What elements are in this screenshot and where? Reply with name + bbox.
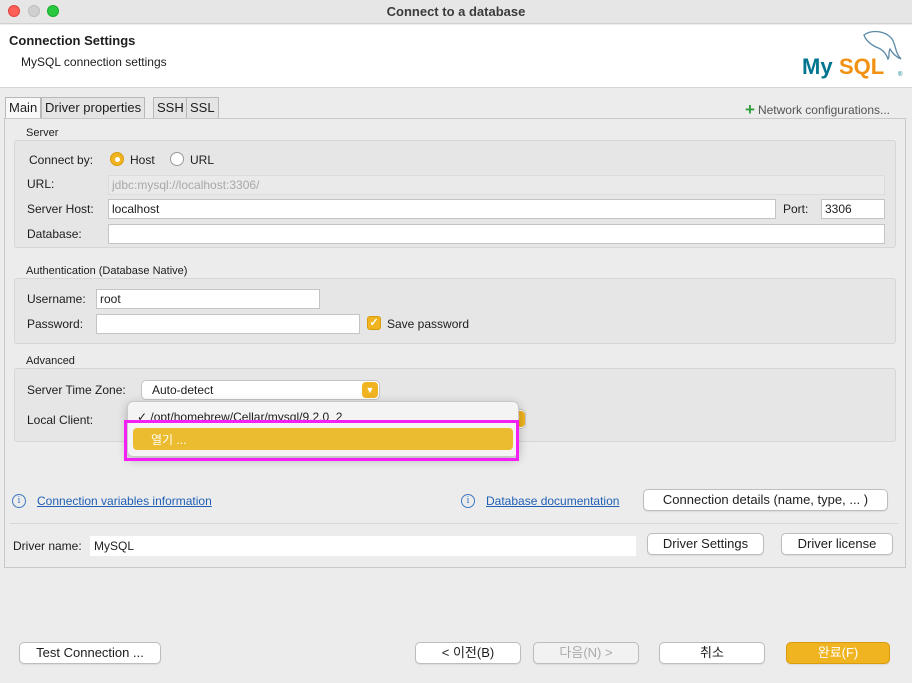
mysql-logo-my: My bbox=[802, 54, 833, 79]
plus-icon: + bbox=[745, 100, 755, 119]
url-label: URL: bbox=[27, 177, 55, 191]
url-radio-label[interactable]: URL bbox=[190, 153, 214, 167]
info-icon: i bbox=[461, 494, 475, 508]
url-radio[interactable] bbox=[170, 152, 184, 166]
driver-license-button[interactable]: Driver license bbox=[781, 533, 893, 555]
info-icon: i bbox=[12, 494, 26, 508]
database-label: Database: bbox=[27, 227, 82, 241]
server-time-zone-value: Auto-detect bbox=[152, 383, 214, 397]
header-subtitle: MySQL connection settings bbox=[21, 55, 167, 69]
advanced-group-label: Advanced bbox=[26, 355, 75, 367]
host-radio-label[interactable]: Host bbox=[130, 153, 155, 167]
dialog-header: Connection Settings MySQL connection set… bbox=[0, 25, 912, 88]
mysql-logo: My SQL ® bbox=[802, 30, 903, 79]
tab-ssh[interactable]: SSH bbox=[153, 97, 188, 119]
password-input[interactable] bbox=[96, 314, 360, 334]
url-field: jdbc:mysql://localhost:3306/ bbox=[108, 175, 885, 195]
tab-driver-properties[interactable]: Driver properties bbox=[41, 97, 146, 119]
server-host-label: Server Host: bbox=[27, 202, 94, 216]
svg-text:®: ® bbox=[898, 71, 903, 78]
connection-details-button[interactable]: Connection details (name, type, ... ) bbox=[643, 489, 888, 511]
check-icon: ✓ bbox=[369, 317, 379, 329]
server-group-label: Server bbox=[26, 127, 59, 139]
username-input[interactable]: root bbox=[96, 289, 320, 309]
tab-main[interactable]: Main bbox=[5, 97, 42, 119]
header-title: Connection Settings bbox=[9, 33, 136, 48]
local-client-label: Local Client: bbox=[27, 413, 94, 427]
test-connection-button[interactable]: Test Connection ... bbox=[19, 642, 161, 664]
save-password-label[interactable]: Save password bbox=[387, 317, 469, 331]
server-time-zone-label: Server Time Zone: bbox=[27, 383, 126, 397]
driver-name-label: Driver name: bbox=[13, 539, 82, 553]
finish-button[interactable]: 완료(F) bbox=[786, 642, 890, 664]
highlight-box bbox=[124, 420, 519, 461]
port-input[interactable]: 3306 bbox=[821, 199, 885, 219]
host-radio[interactable] bbox=[110, 152, 124, 166]
driver-name-field: MySQL bbox=[90, 536, 636, 556]
username-label: Username: bbox=[27, 292, 86, 306]
divider bbox=[10, 523, 898, 524]
password-label: Password: bbox=[27, 317, 84, 331]
server-time-zone-select[interactable]: Auto-detect bbox=[141, 380, 380, 400]
chevron-down-icon: ▼ bbox=[362, 382, 378, 398]
window-title: Connect to a database bbox=[386, 4, 526, 19]
network-configurations-link[interactable]: + Network configurations... bbox=[745, 99, 890, 119]
server-host-input[interactable]: localhost bbox=[108, 199, 776, 219]
connection-variables-link[interactable]: Connection variables information bbox=[37, 494, 212, 508]
connect-by-label: Connect by: bbox=[29, 153, 94, 167]
network-configurations-label: Network configurations... bbox=[757, 103, 890, 117]
next-button: 다음(N) > bbox=[533, 642, 639, 664]
mysql-logo-sql: SQL bbox=[839, 54, 884, 79]
database-documentation-link[interactable]: Database documentation bbox=[486, 494, 619, 508]
auth-group bbox=[14, 278, 896, 344]
back-button[interactable]: < 이전(B) bbox=[415, 642, 521, 664]
port-label: Port: bbox=[783, 202, 809, 216]
auth-group-label: Authentication (Database Native) bbox=[26, 265, 188, 277]
driver-settings-button[interactable]: Driver Settings bbox=[647, 533, 764, 555]
cancel-button[interactable]: 취소 bbox=[659, 642, 765, 664]
database-input[interactable] bbox=[108, 224, 885, 244]
save-password-checkbox[interactable]: ✓ bbox=[367, 316, 381, 330]
tab-ssl[interactable]: SSL bbox=[186, 97, 219, 119]
